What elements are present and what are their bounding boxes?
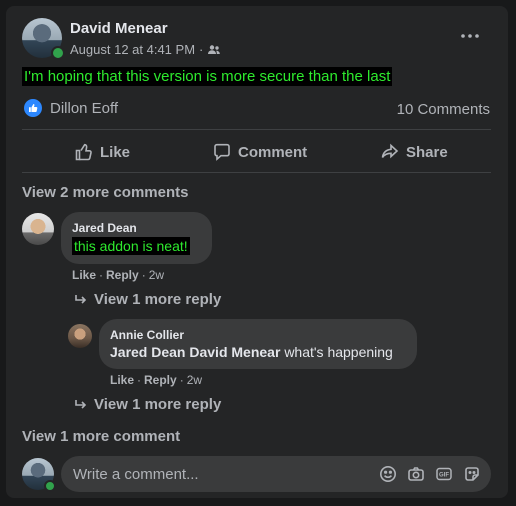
more-icon: [461, 34, 479, 38]
comment-input[interactable]: Write a comment... GIF: [61, 456, 491, 492]
comment-time-jared[interactable]: 2w: [149, 268, 164, 282]
camera-icon[interactable]: [407, 465, 425, 483]
dot-4: ·: [179, 373, 184, 387]
post-text-content: I'm hoping that this version is more sec…: [22, 67, 393, 86]
gif-icon[interactable]: GIF: [435, 465, 453, 483]
reply-arrow-icon: [75, 294, 87, 304]
view-more-comments-bottom[interactable]: View 1 more comment: [22, 428, 180, 445]
comment-text-jared: this addon is neat!: [72, 237, 190, 255]
divider-top: [22, 129, 491, 130]
comment-actions-jared: Like · Reply · 2w: [72, 268, 164, 282]
reactions-summary[interactable]: Dillon Eoff: [24, 99, 118, 117]
composer-icons: GIF: [379, 465, 481, 483]
like-label: Like: [100, 143, 131, 161]
view-replies-annie[interactable]: View 1 more reply: [74, 396, 221, 413]
like-reaction-icon: [24, 99, 42, 117]
comments-count[interactable]: 10 Comments: [397, 101, 490, 118]
share-label: Share: [406, 143, 448, 161]
comment-like-annie[interactable]: Like: [110, 373, 134, 387]
comment-bubble-annie: Annie Collier Jared Dean David Menear wh…: [99, 319, 417, 369]
comment-text-annie-content: what's happening: [284, 344, 393, 360]
divider-bottom: [22, 172, 491, 173]
like-icon: [75, 143, 92, 161]
comment-author-jared[interactable]: Jared Dean: [72, 221, 137, 235]
reaction-names[interactable]: Dillon Eoff: [50, 100, 118, 117]
like-button[interactable]: Like: [74, 142, 130, 162]
post-author-name[interactable]: David Menear: [70, 20, 168, 37]
share-icon: [381, 143, 399, 159]
view-replies-jared-label: View 1 more reply: [94, 291, 222, 308]
mention-david[interactable]: David Menear: [189, 344, 280, 360]
mention-jared[interactable]: Jared Dean: [110, 344, 185, 360]
comment-label: Comment: [238, 143, 308, 161]
comment-input-placeholder: Write a comment...: [73, 466, 199, 483]
friends-icon: [208, 44, 221, 54]
comment-button[interactable]: Comment: [212, 142, 307, 162]
emoji-icon[interactable]: [379, 465, 397, 483]
view-replies-jared[interactable]: View 1 more reply: [74, 291, 221, 308]
comment-like-jared[interactable]: Like: [72, 268, 96, 282]
dot-2: ·: [141, 268, 146, 282]
post-card: David Menear August 12 at 4:41 PM · I'm …: [6, 6, 508, 498]
view-replies-annie-label: View 1 more reply: [94, 396, 222, 413]
dot-1: ·: [99, 268, 104, 282]
comment-text-annie: Jared Dean David Menear what's happening: [110, 344, 393, 360]
comment-icon: [214, 143, 230, 161]
dot-3: ·: [137, 373, 142, 387]
sticker-icon[interactable]: [463, 465, 481, 483]
share-button[interactable]: Share: [380, 142, 448, 162]
post-date[interactable]: August 12 at 4:41 PM: [70, 42, 195, 57]
composer-online-dot: [44, 480, 56, 492]
online-status-dot: [51, 46, 65, 60]
post-text: I'm hoping that this version is more sec…: [22, 67, 393, 86]
reply-arrow-icon: [75, 399, 87, 409]
comment-bubble-jared: Jared Dean this addon is neat!: [61, 212, 212, 264]
comment-reply-annie[interactable]: Reply: [144, 373, 177, 387]
comment-reply-jared[interactable]: Reply: [106, 268, 139, 282]
post-meta: August 12 at 4:41 PM ·: [70, 42, 221, 57]
meta-separator: ·: [199, 42, 204, 57]
commenter-avatar-jared[interactable]: [22, 213, 54, 245]
comment-actions-annie: Like · Reply · 2w: [110, 373, 202, 387]
svg-text:GIF: GIF: [439, 473, 449, 479]
comment-text-jared-content: this addon is neat!: [72, 237, 190, 255]
comment-time-annie[interactable]: 2w: [187, 373, 202, 387]
view-more-comments-top[interactable]: View 2 more comments: [22, 184, 188, 201]
comment-author-annie[interactable]: Annie Collier: [110, 328, 184, 342]
more-options-button[interactable]: [458, 28, 482, 44]
commenter-avatar-annie[interactable]: [68, 324, 92, 348]
